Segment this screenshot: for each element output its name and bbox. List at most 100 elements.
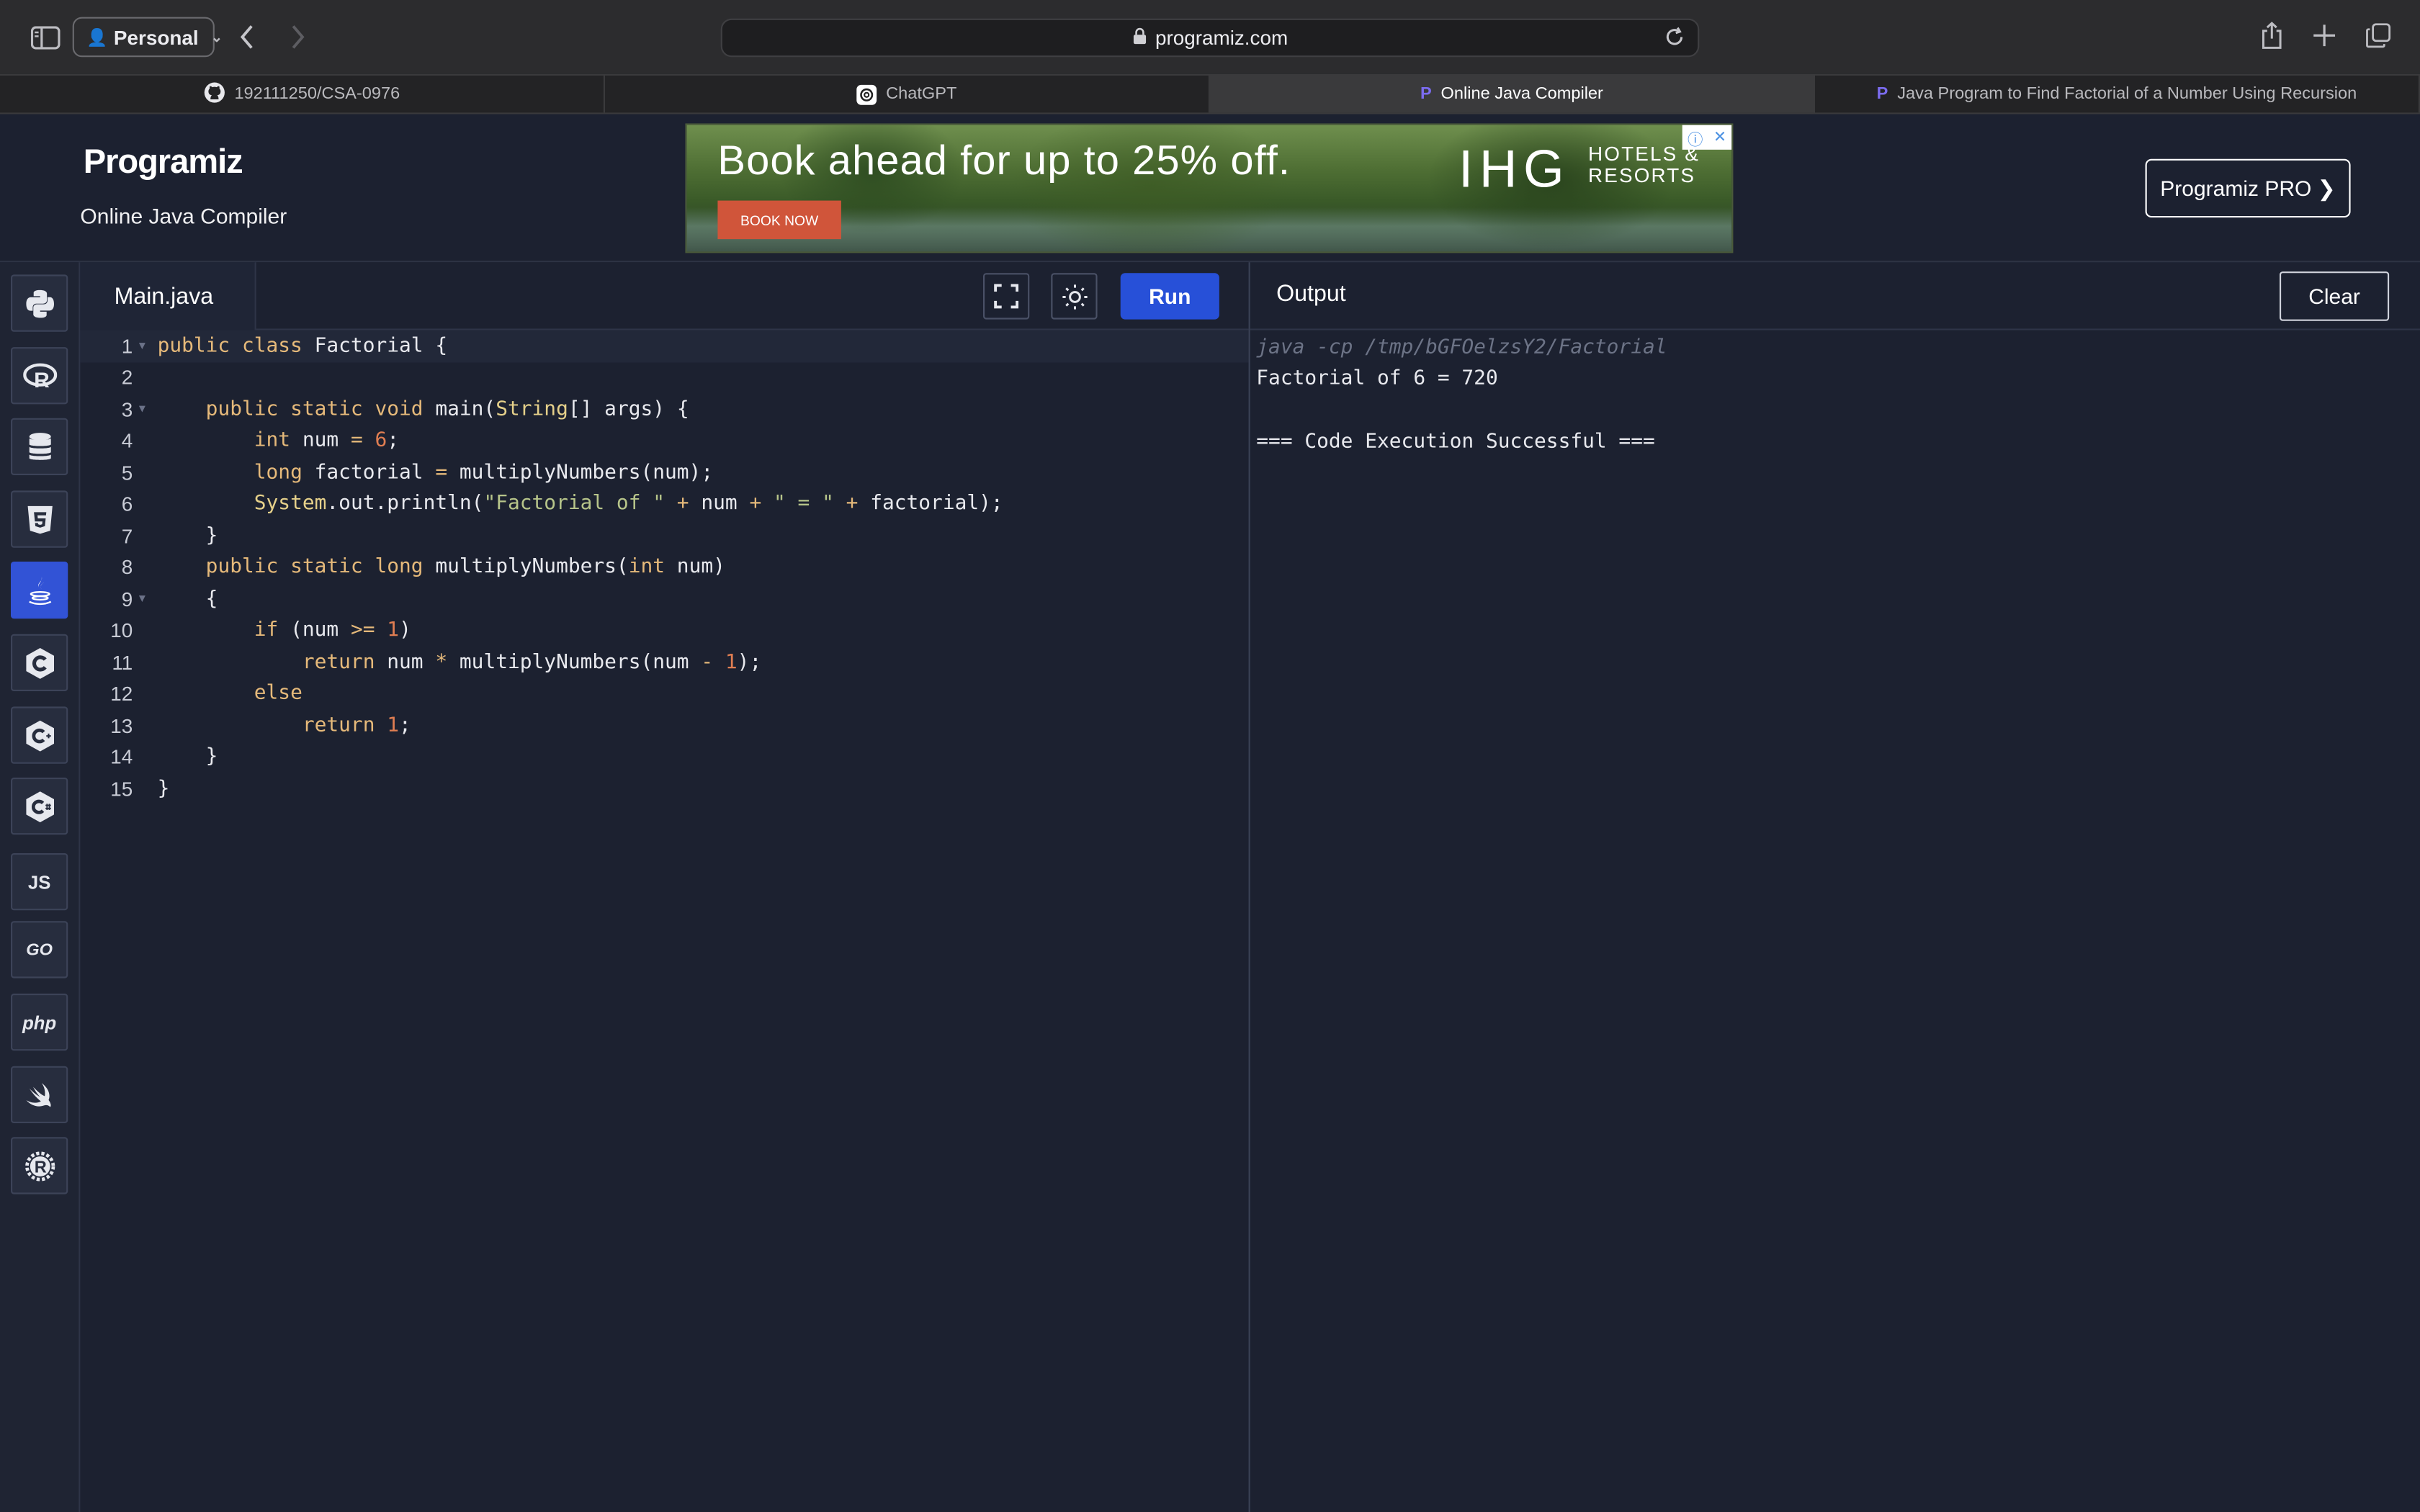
output-header: Output Clear [1250,262,2420,330]
line-number: 7 [121,524,133,548]
theme-toggle-icon[interactable] [1051,273,1098,320]
tab-overview-icon[interactable] [2363,20,2394,51]
programiz-icon: P [1420,84,1432,104]
ad-controls: ⓘ ✕ [1682,125,1732,150]
ad-book-now-button[interactable]: BOOK NOW [717,200,841,240]
site-header: Programiz Online Java Compiler Book ahea… [0,114,2420,263]
code-token: multiplyNumbers( [423,555,629,580]
code-token: 1 [375,618,400,642]
tab-label: Java Program to Find Factorial of a Numb… [1897,84,2357,104]
code-line: 2 [80,361,1248,393]
code-token: >= [350,618,375,642]
sql-icon[interactable] [11,418,68,475]
output-command: java -cp /tmp/bGFOelzsY2/Factorial [1256,336,1667,359]
line-number: 8 [121,555,133,580]
swift-icon[interactable] [11,1066,68,1123]
forward-icon[interactable] [282,19,313,55]
lock-icon [1132,26,1146,49]
line-number: 15 [110,777,133,801]
java-icon[interactable] [11,562,68,619]
python-icon[interactable] [11,274,68,332]
reload-icon[interactable] [1664,26,1685,52]
ad-close-icon[interactable]: ✕ [1713,129,1726,146]
line-number: 12 [110,682,133,706]
pane-divider[interactable] [1248,262,1250,1512]
code-token: String [496,397,568,421]
code-token: { [205,587,218,611]
go-icon[interactable]: GO [11,921,68,978]
code-line: 4 int num = 6; [80,425,1248,456]
rust-icon[interactable]: R [11,1137,68,1194]
code-token: public static void [205,397,424,421]
address-bar[interactable]: programiz.com [720,18,1700,58]
fullscreen-icon[interactable] [983,273,1030,320]
screen: 👤 Personal ⌄ programiz.com 192111250/CSA… [0,0,2420,1512]
r-icon[interactable]: R [11,347,68,405]
html5-icon[interactable] [11,490,68,548]
sidebar-toggle-icon[interactable] [28,22,62,53]
ad-banner[interactable]: Book ahead for up to 25% off. IHG HOTELS… [685,123,1734,253]
clear-button[interactable]: Clear [2280,271,2390,321]
code-token: ; [387,429,400,453]
programiz-logo[interactable]: Programiz [84,142,243,182]
code-line: 11 return num * multiplyNumbers(num - 1)… [80,647,1248,678]
php-icon[interactable]: php [11,994,68,1051]
code-token: main( [423,397,496,421]
code-line: 15 } [80,773,1248,805]
ad-brand-sub: HOTELS & RESORTS [1588,143,1700,186]
code-line: 6 System.out.println("Factorial of " + n… [80,488,1248,520]
page-subtitle: Online Java Compiler [80,203,287,229]
fold-arrow-icon[interactable]: ▼ [136,340,158,352]
output-blank [1256,395,1667,427]
code-token: return [302,650,375,674]
line-number: 11 [112,650,133,674]
language-sidebar: R JS GO php R [0,262,81,1512]
code-token: multiplyNumbers(num); [447,461,714,485]
fold-arrow-icon[interactable]: ▼ [136,403,158,415]
run-button[interactable]: Run [1120,273,1219,320]
code-token: int [628,555,666,580]
programiz-icon: P [1876,84,1888,104]
line-number: 6 [121,492,133,516]
code-token: " = " [761,492,834,516]
chevron-down-icon: ⌄ [210,28,223,45]
code-editor[interactable]: 1 ▼ public class Factorial { 2 3 ▼ public … [80,330,1249,1512]
line-number: 2 [121,366,133,390]
file-tab-main-java[interactable]: Main.java [80,262,256,330]
new-tab-icon[interactable] [2309,20,2340,51]
tab-chatgpt[interactable]: ChatGPT [605,76,1210,113]
tab-label: Online Java Compiler [1440,84,1603,104]
share-icon[interactable] [2257,19,2287,53]
code-token: if [254,618,279,642]
c-icon[interactable] [11,634,68,691]
code-line: 10 if (num >= 1) [80,615,1248,647]
code-token: + [833,492,859,516]
javascript-icon[interactable]: JS [11,853,68,911]
profile-button[interactable]: 👤 Personal ⌄ [72,17,223,58]
line-number: 10 [110,618,133,642]
back-icon[interactable] [231,19,262,55]
line-number: 9 [121,587,133,611]
tab-online-java-compiler[interactable]: P Online Java Compiler [1210,76,1815,113]
tab-label: 192111250/CSA-0976 [234,84,400,104]
tab-label: ChatGPT [886,84,957,104]
code-token: factorial); [858,492,1003,516]
tab-github[interactable]: 192111250/CSA-0976 [0,76,605,113]
line-number: 4 [121,429,133,453]
code-line: 14 } [80,742,1248,773]
code-token: "Factorial of " [483,492,666,516]
ad-info-icon[interactable]: ⓘ [1688,126,1703,149]
line-number: 5 [121,461,133,485]
code-token: .out.println( [326,492,484,516]
csharp-icon[interactable] [11,778,68,835]
code-token: } [205,524,218,548]
code-token: public static long [205,555,424,580]
code-token: num [290,429,351,453]
code-token: int [254,429,291,453]
programiz-pro-button[interactable]: Programiz PRO ❯ [2145,158,2351,218]
github-icon [204,81,225,107]
cpp-icon[interactable] [11,706,68,764]
code-token: multiplyNumbers(num [447,650,702,674]
fold-arrow-icon[interactable]: ▼ [136,593,158,605]
tab-factorial-recursion[interactable]: P Java Program to Find Factorial of a Nu… [1815,76,2420,113]
